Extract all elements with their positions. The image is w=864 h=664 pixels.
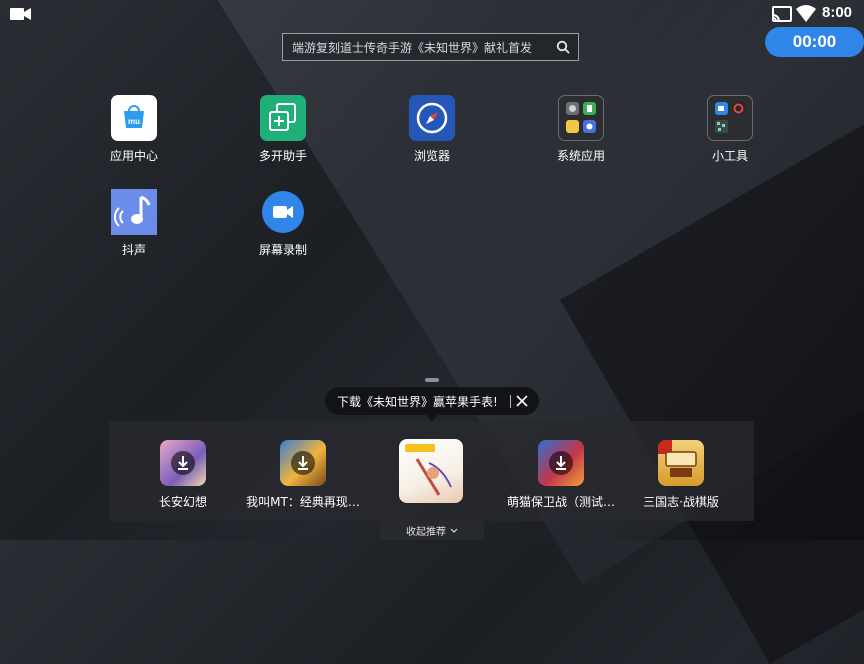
multi-open-assistant[interactable]: 多开助手	[233, 95, 333, 164]
status-bar: 8:00	[0, 0, 864, 28]
record-timer-button[interactable]: 00:00	[765, 27, 864, 57]
dock-app-label: 萌猫保卫战（测试…	[506, 495, 615, 509]
dock-app[interactable]: 我叫MT：经典再现…	[243, 440, 363, 510]
app-label: 浏览器	[413, 149, 450, 163]
multi-open-icon	[260, 95, 306, 141]
music-icon	[111, 189, 157, 235]
svg-text:mu: mu	[128, 117, 140, 126]
dock-app-label: 我叫MT：经典再现…	[246, 495, 360, 509]
cast-icon	[772, 6, 792, 22]
dock-app[interactable]: 三国志·战棋版	[621, 440, 741, 510]
search-icon[interactable]	[556, 40, 570, 54]
close-icon[interactable]	[515, 394, 529, 408]
promo-tooltip-text: 下载《未知世界》赢苹果手表!	[337, 395, 498, 409]
app-label: 应用中心	[109, 149, 158, 163]
system-apps-folder[interactable]: 系统应用	[531, 95, 631, 164]
game-icon	[280, 440, 326, 486]
recommend-dock: 长安幻想 我叫MT：经典再现… 萌猫保卫战（测试… 三国志·战棋版	[109, 421, 754, 521]
game-icon	[658, 440, 704, 486]
folder-icon	[558, 95, 604, 141]
divider	[510, 395, 511, 408]
app-label: 小工具	[711, 149, 748, 163]
download-icon	[291, 451, 315, 475]
doushen-app[interactable]: 抖声	[84, 189, 184, 258]
browser[interactable]: 浏览器	[382, 95, 482, 164]
download-icon	[171, 451, 195, 475]
collapse-label: 收起推荐	[406, 527, 446, 538]
collapse-recommend-button[interactable]: 收起推荐	[380, 521, 484, 540]
featured-game-icon	[399, 439, 463, 503]
app-center[interactable]: mu 应用中心	[84, 95, 184, 164]
app-label: 系统应用	[556, 149, 605, 163]
app-store-icon: mu	[111, 95, 157, 141]
chevron-down-icon	[450, 528, 458, 533]
app-label: 屏幕录制	[258, 243, 307, 257]
dock-app-label: 三国志·战棋版	[643, 495, 719, 509]
folder-icon	[707, 95, 753, 141]
game-icon	[160, 440, 206, 486]
record-timer-label: 00:00	[792, 32, 837, 51]
app-label: 抖声	[121, 243, 146, 257]
video-camera-icon	[260, 189, 306, 235]
screen-recorder-app[interactable]: 屏幕录制	[233, 189, 333, 258]
app-label: 多开助手	[258, 149, 307, 163]
dock-app[interactable]: 萌猫保卫战（测试…	[501, 440, 621, 510]
drag-handle[interactable]	[425, 378, 439, 382]
download-icon	[549, 451, 573, 475]
search-bar[interactable]: 端游复刻道士传奇手游《未知世界》献礼首发	[282, 33, 579, 61]
search-text: 端游复刻道士传奇手游《未知世界》献礼首发	[292, 41, 533, 55]
dock-app[interactable]: 长安幻想	[123, 440, 243, 510]
video-camera-icon	[10, 8, 31, 20]
wifi-icon	[796, 5, 816, 22]
featured-dock-app[interactable]	[371, 439, 491, 503]
tools-folder[interactable]: 小工具	[680, 95, 780, 164]
status-clock: 8:00	[822, 4, 853, 21]
dock-app-label: 长安幻想	[158, 495, 207, 509]
promo-tooltip[interactable]: 下载《未知世界》赢苹果手表!	[325, 387, 539, 421]
game-icon	[538, 440, 584, 486]
compass-icon	[409, 95, 455, 141]
